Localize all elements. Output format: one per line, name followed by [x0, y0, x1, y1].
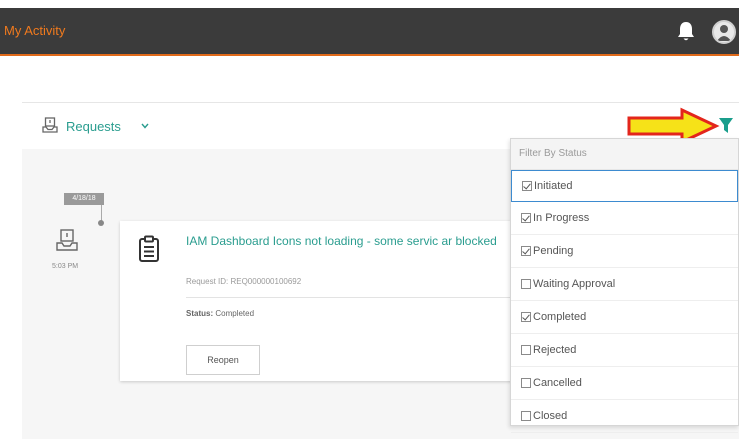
status-key: Status: — [186, 309, 214, 318]
chevron-down-icon[interactable] — [140, 121, 150, 131]
filter-option[interactable]: Closed — [511, 400, 738, 433]
request-title-link[interactable]: IAM Dashboard Icons not loading - some s… — [186, 233, 516, 250]
clipboard-icon — [139, 235, 159, 262]
filter-option-label: Pending — [533, 245, 574, 257]
filter-funnel-icon[interactable] — [718, 117, 734, 135]
timeline-time: 5:03 PM — [52, 263, 79, 270]
request-id: Request ID: REQ000000100692 — [186, 277, 302, 286]
filter-checkbox[interactable] — [521, 213, 531, 223]
requests-dropdown-label[interactable]: Requests — [66, 119, 121, 134]
filter-checkbox[interactable] — [521, 279, 531, 289]
app-title[interactable]: My Activity — [4, 23, 65, 38]
filter-checkbox[interactable] — [521, 345, 531, 355]
top-bar: My Activity — [0, 8, 739, 56]
bell-icon[interactable] — [676, 20, 696, 42]
request-status: Status: Completed — [186, 309, 254, 318]
card-divider — [186, 297, 516, 298]
filter-option[interactable]: Rejected — [511, 334, 738, 367]
reopen-button[interactable]: Reopen — [186, 345, 260, 375]
filter-checkbox[interactable] — [521, 246, 531, 256]
timeline-date-badge: 4/18/18 — [64, 193, 104, 205]
filter-option-label: Closed — [533, 410, 568, 422]
filter-option-label: Initiated — [534, 180, 573, 192]
filter-option-label: Cancelled — [533, 377, 582, 389]
filter-checkbox[interactable] — [521, 411, 531, 421]
filter-option[interactable]: Completed — [511, 301, 738, 334]
status-value: Completed — [215, 309, 255, 318]
timeline-dot — [98, 220, 104, 226]
request-card: IAM Dashboard Icons not loading - some s… — [120, 221, 520, 381]
filter-option[interactable]: Cancelled — [511, 367, 738, 400]
filter-option-label: Rejected — [533, 344, 577, 356]
filter-option[interactable]: Waiting Approval — [511, 268, 738, 301]
filter-heading: Filter By Status — [511, 139, 738, 170]
filter-checkbox[interactable] — [522, 181, 532, 191]
user-avatar-icon[interactable] — [712, 20, 736, 44]
request-icon — [42, 117, 58, 133]
filter-option-label: Completed — [533, 311, 587, 323]
filter-option[interactable]: Initiated — [511, 170, 738, 202]
filter-option-label: Waiting Approval — [533, 278, 616, 290]
filter-option-label: In Progress — [533, 212, 590, 224]
filter-checkbox[interactable] — [521, 378, 531, 388]
filter-option[interactable]: Pending — [511, 235, 738, 268]
filter-by-status-dropdown: Filter By Status Initiated In Progress P… — [510, 138, 739, 433]
filter-checkbox[interactable] — [521, 312, 531, 322]
filter-option[interactable]: In Progress — [511, 202, 738, 235]
timeline-request-icon — [56, 229, 78, 251]
